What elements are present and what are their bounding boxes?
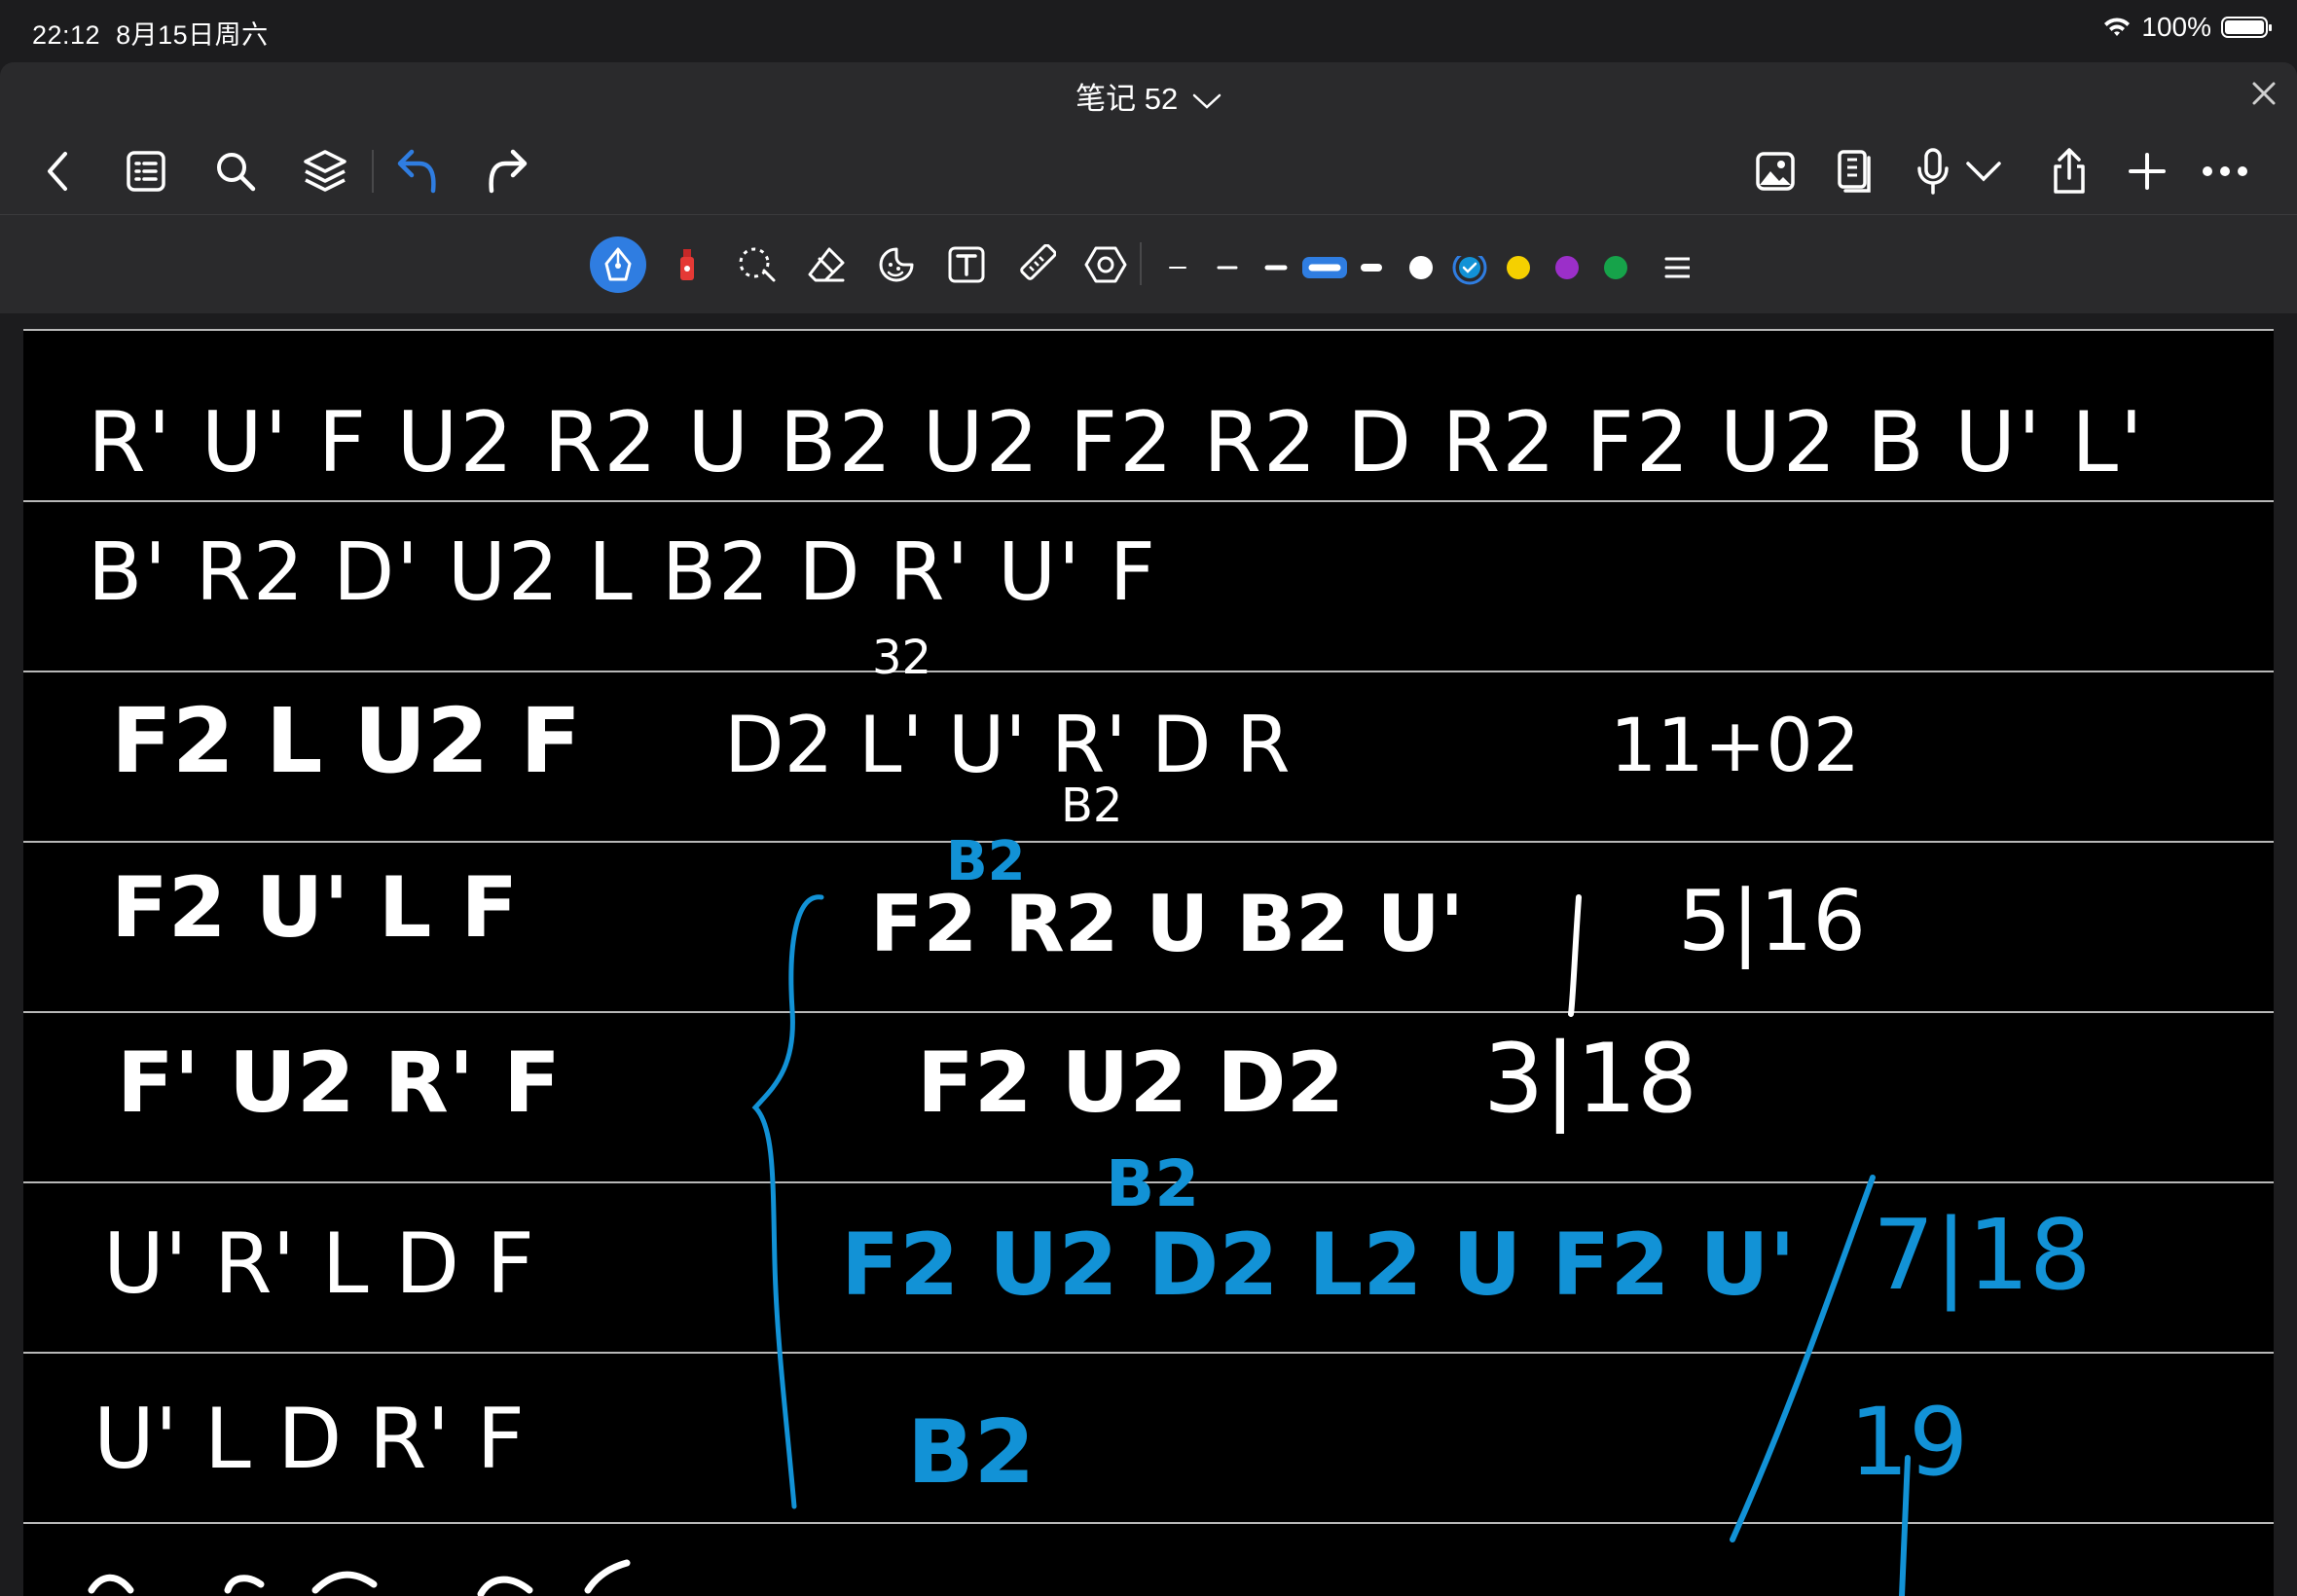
- microphone-icon[interactable]: [1906, 144, 1960, 199]
- insert-image-icon[interactable]: [1748, 144, 1803, 199]
- toolbar-divider: [1140, 242, 1142, 285]
- color-swatch-white[interactable]: [1409, 256, 1433, 279]
- eraser-icon[interactable]: [798, 236, 855, 293]
- lasso-icon[interactable]: [728, 236, 784, 293]
- color-swatch-blue-selected[interactable]: [1452, 256, 1487, 285]
- status-bar: 22:12 8月15日周六 100%: [0, 0, 2297, 62]
- more-icon[interactable]: [2198, 144, 2252, 199]
- layers-icon[interactable]: [298, 144, 352, 199]
- highlighter-icon[interactable]: [659, 236, 715, 293]
- color-swatch-purple[interactable]: [1555, 256, 1579, 279]
- outline-icon[interactable]: [119, 144, 173, 199]
- shape-tool-icon[interactable]: [1077, 236, 1134, 293]
- pen-tool-icon[interactable]: [590, 236, 646, 293]
- redo-icon[interactable]: [479, 144, 533, 199]
- search-icon[interactable]: [208, 144, 263, 199]
- color-swatch-yellow[interactable]: [1507, 256, 1530, 279]
- battery-percent: 100%: [2141, 12, 2211, 42]
- drawing-toolbar: [0, 215, 2297, 313]
- divider-stroke: [1568, 894, 1582, 1017]
- close-icon[interactable]: [2248, 78, 2279, 109]
- status-indicators: 100%: [2102, 12, 2272, 43]
- brace-stroke: [751, 894, 824, 1509]
- stroke-width-option-selected[interactable]: [1302, 257, 1347, 278]
- note-canvas[interactable]: R' U' F U2 R2 U B2 U2 F2 R2 D R2 F2 U2 B…: [23, 329, 2274, 1596]
- wifi-icon: [2104, 18, 2131, 36]
- share-icon[interactable]: [2042, 144, 2096, 199]
- undo-icon[interactable]: [391, 144, 446, 199]
- divider: [372, 150, 374, 193]
- pen-strokes: [88, 894, 1911, 1596]
- add-page-icon[interactable]: [2120, 144, 2174, 199]
- back-icon[interactable]: [31, 144, 86, 199]
- stroke-and-color-options: [1169, 256, 1690, 285]
- menu-icon[interactable]: [1664, 257, 1690, 278]
- battery-icon: [2221, 17, 2272, 38]
- clock-time: 22:12: [32, 20, 101, 50]
- chevron-down-icon: [1192, 93, 1221, 109]
- navigation-bar: [0, 127, 2297, 215]
- partial-ink: [88, 1559, 631, 1596]
- page-view-icon[interactable]: [1828, 144, 1882, 199]
- status-time: 22:12 8月15日周六: [32, 14, 269, 52]
- title-bar: 笔记 52: [0, 62, 2297, 127]
- ruler-icon[interactable]: [1007, 236, 1064, 293]
- color-swatch-green[interactable]: [1604, 256, 1627, 279]
- document-title: 笔记 52: [1076, 82, 1179, 116]
- status-date: 8月15日周六: [116, 20, 269, 50]
- chevron-down-icon[interactable]: [1956, 144, 2011, 199]
- text-tool-icon[interactable]: [938, 236, 995, 293]
- document-title-button[interactable]: 笔记 52: [0, 74, 2297, 118]
- partial-ink: [1899, 1455, 1911, 1596]
- sticker-icon[interactable]: [868, 236, 925, 293]
- divider-stroke: [1730, 1175, 1876, 1542]
